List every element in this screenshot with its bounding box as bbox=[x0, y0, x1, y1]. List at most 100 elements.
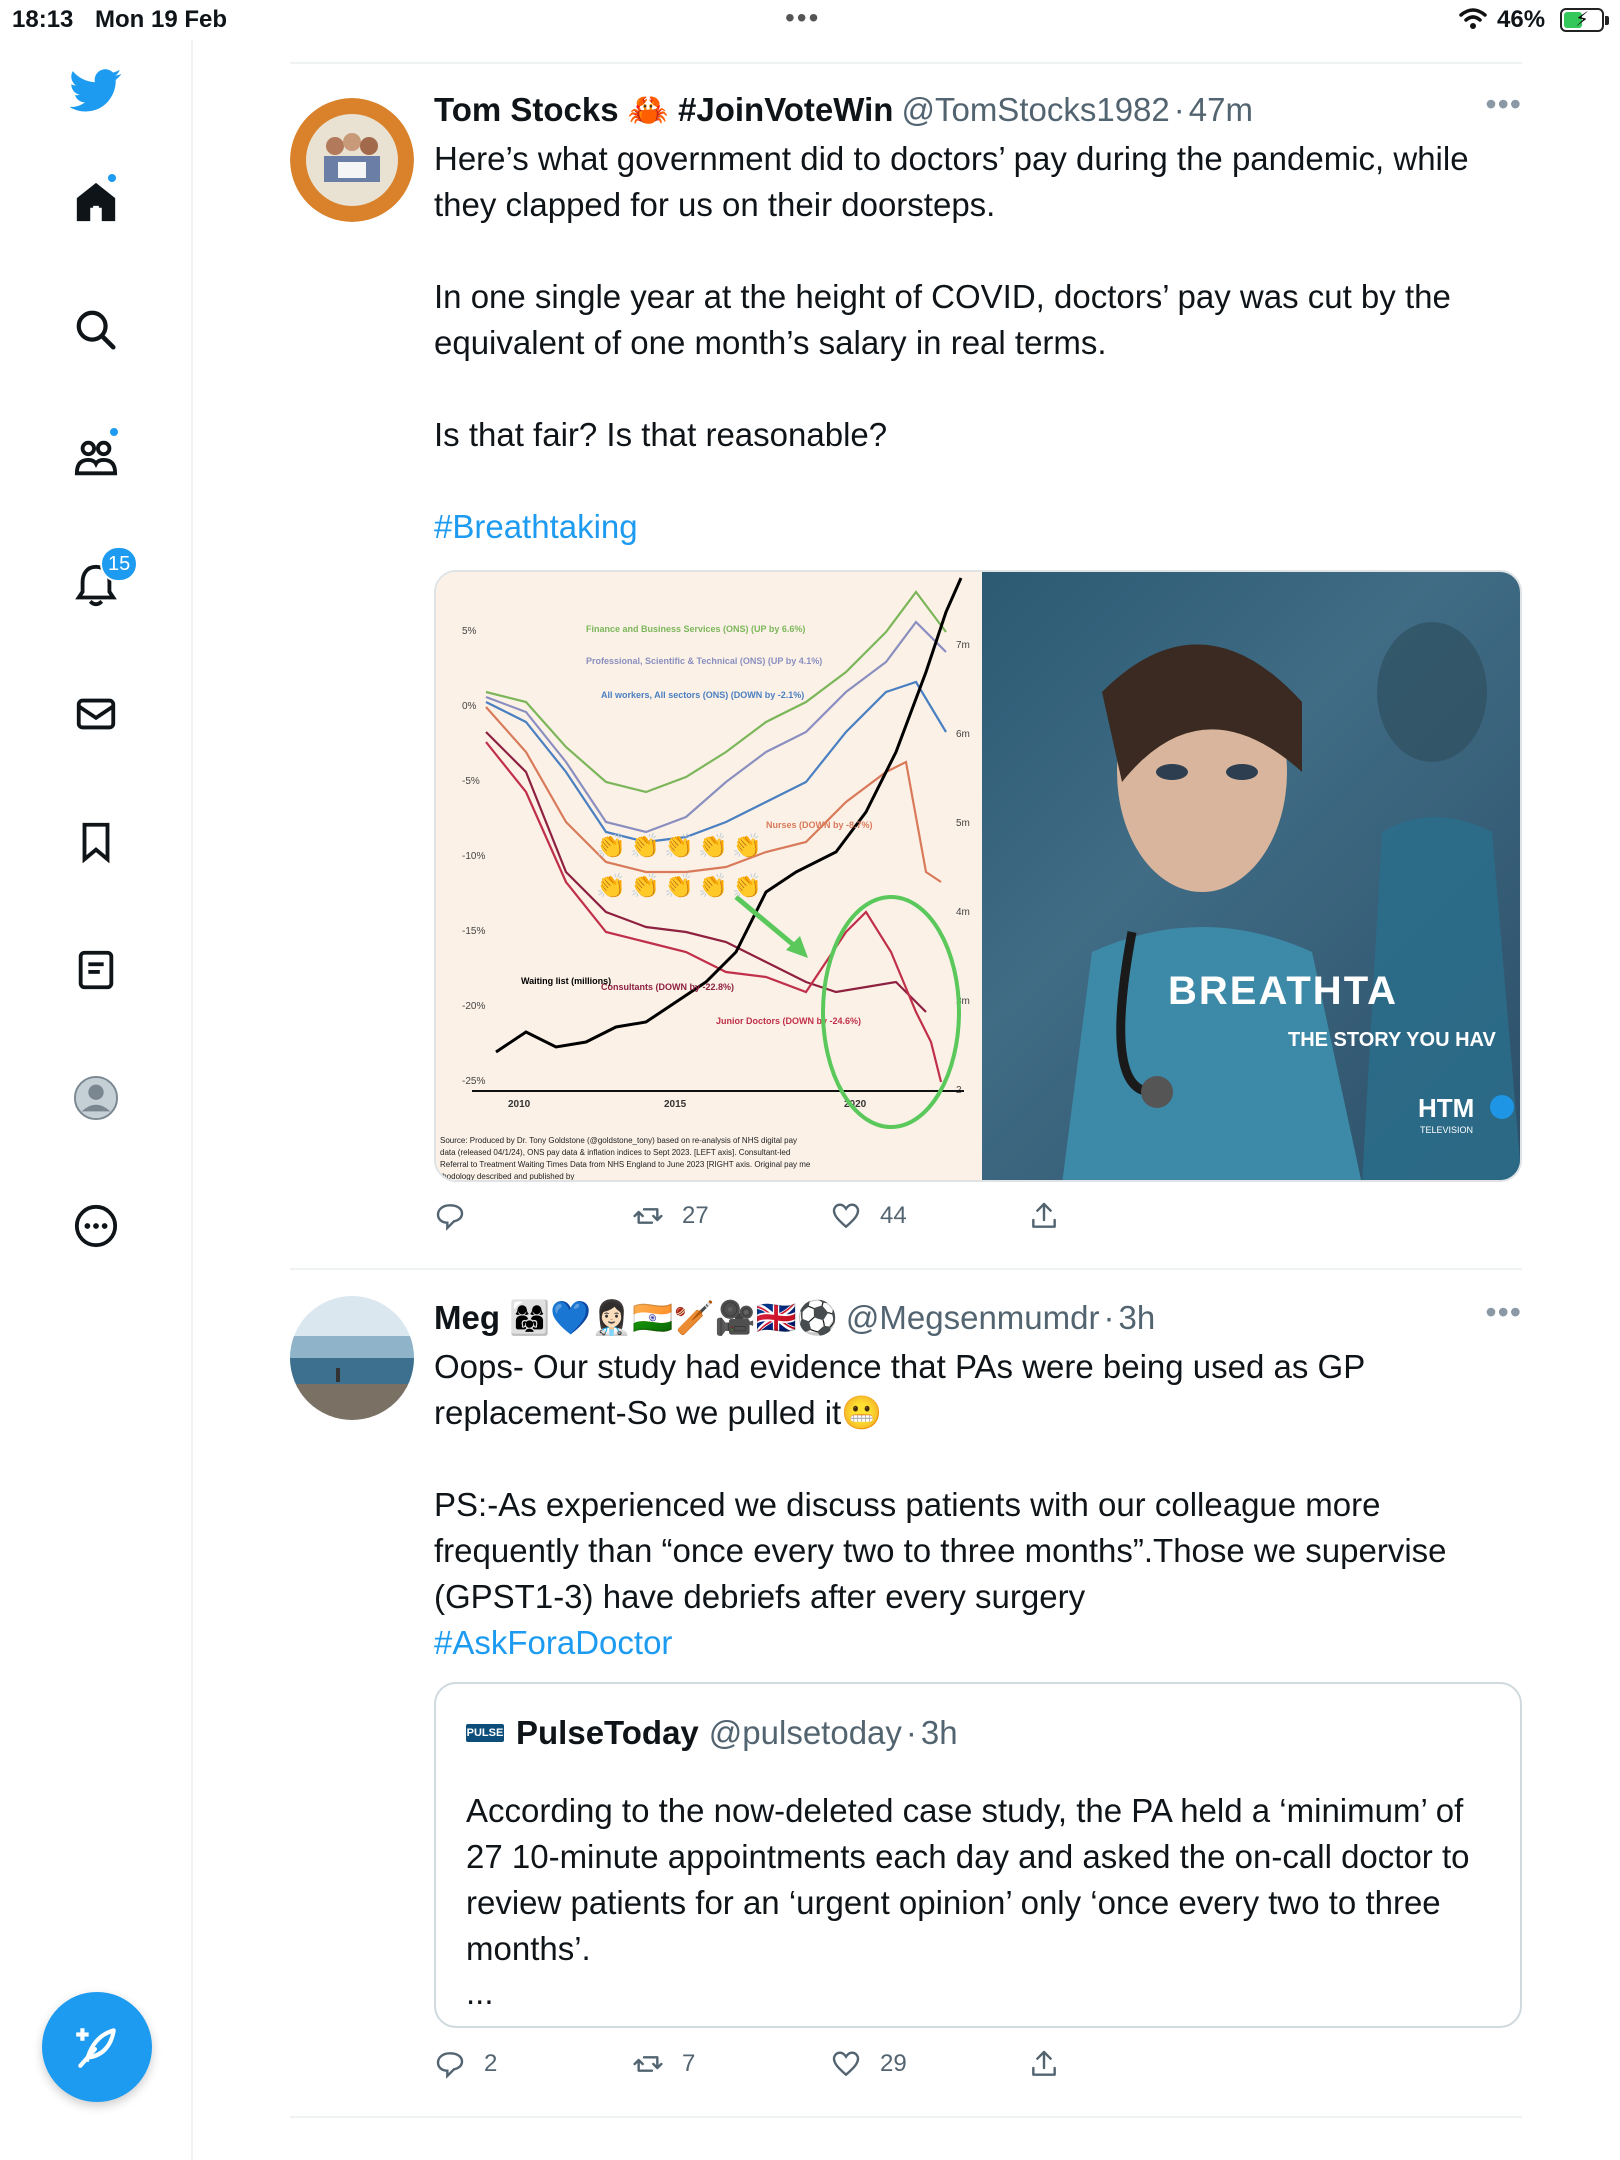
share-button[interactable] bbox=[1028, 2048, 1060, 2080]
y-tick-label: -25% bbox=[462, 1076, 485, 1087]
communities-icon bbox=[74, 440, 118, 476]
header-separator: · bbox=[905, 1714, 917, 1751]
more-options-icon[interactable]: ••• bbox=[1485, 86, 1522, 123]
more-circle-icon bbox=[74, 1204, 118, 1248]
tweet-paragraph: Oops- Our study had evidence that PAs we… bbox=[434, 1348, 1365, 1431]
author-avatar[interactable] bbox=[290, 98, 414, 222]
nav-profile[interactable] bbox=[56, 1058, 136, 1138]
tweet[interactable]: Tom Stocks 🦀 #JoinVoteWin @TomStocks1982… bbox=[290, 86, 1522, 1256]
highlight-arrow bbox=[734, 895, 798, 949]
author-avatar[interactable] bbox=[290, 1296, 414, 1420]
clap-emoji: 👏 bbox=[732, 872, 762, 900]
feed-divider bbox=[290, 1268, 1522, 1270]
nav-bookmarks[interactable] bbox=[56, 802, 136, 882]
clap-emoji: 👏 bbox=[664, 872, 694, 900]
status-time: 18:13 bbox=[12, 6, 74, 33]
quoted-tweet[interactable]: PULSE PulseToday @pulsetoday · 3h Accord… bbox=[434, 1682, 1522, 2028]
retweet-icon bbox=[633, 1208, 663, 1224]
compose-tweet-button[interactable] bbox=[42, 1992, 152, 2102]
like-button[interactable]: 44 bbox=[830, 1200, 907, 1232]
y-tick-label: 0% bbox=[462, 701, 477, 712]
hashtag-link[interactable]: #AskForaDoctor bbox=[434, 1620, 1494, 1666]
status-bar: 18:13 Mon 19 Feb ••• 46% ⚡ bbox=[0, 0, 1620, 40]
notifications-badge: 15 bbox=[100, 546, 139, 582]
status-date: Mon 19 Feb bbox=[95, 6, 228, 33]
reply-button[interactable] bbox=[434, 1200, 484, 1232]
nav-messages[interactable] bbox=[56, 674, 136, 754]
tweet[interactable]: Meg 👩‍👩‍👧💙👩🏻‍⚕️🇮🇳🏏🎥🇬🇧⚽ @Megsenmumdr · 3h… bbox=[290, 1294, 1522, 2112]
multitasking-dots-icon[interactable]: ••• bbox=[785, 2, 820, 34]
tweet-paragraph: PS:-As experienced we discuss patients w… bbox=[434, 1486, 1447, 1615]
legend-label: Consultants (DOWN by -22.8%) bbox=[601, 982, 734, 992]
nav-search[interactable] bbox=[56, 290, 136, 370]
chart-image[interactable]: 5%0%-5%-10%-15%-20%-25%7m6m5m4m3m2201020… bbox=[436, 572, 982, 1180]
y-right-tick-label: 5m bbox=[956, 818, 970, 829]
reply-icon bbox=[436, 2052, 464, 2079]
legend-label: Waiting list (millions) bbox=[521, 976, 611, 986]
tweet-paragraph: Is that fair? Is that reasonable? bbox=[434, 416, 888, 453]
nav-lists[interactable] bbox=[56, 930, 136, 1010]
tweet-media[interactable]: 5%0%-5%-10%-15%-20%-25%7m6m5m4m3m2201020… bbox=[434, 570, 1522, 1182]
header-separator: · bbox=[1103, 1299, 1115, 1336]
y-tick-label: -20% bbox=[462, 1001, 485, 1012]
chart-source-note: Source: Produced by Dr. Tony Goldstone (… bbox=[440, 1136, 797, 1145]
heart-icon bbox=[832, 2051, 860, 2077]
tweet-time[interactable]: 3h bbox=[1118, 1299, 1155, 1337]
media-headline: BREATHTA bbox=[1168, 969, 1398, 1013]
reply-icon bbox=[436, 1204, 464, 1231]
feed-divider bbox=[290, 62, 1522, 64]
legend-label: Professional, Scientific & Technical (ON… bbox=[586, 656, 822, 666]
author-handle[interactable]: @Megsenmumdr bbox=[846, 1299, 1100, 1337]
tweet-header: Meg 👩‍👩‍👧💙👩🏻‍⚕️🇮🇳🏏🎥🇬🇧⚽ @Megsenmumdr · 3h bbox=[434, 1294, 1522, 1342]
heart-icon bbox=[832, 1203, 860, 1229]
quoted-tweet-text: According to the now-deleted case study,… bbox=[466, 1792, 1470, 1967]
quoted-tweet-time: 3h bbox=[920, 1714, 958, 1751]
quoted-author-name[interactable]: PulseToday bbox=[516, 1714, 699, 1752]
share-button[interactable] bbox=[1028, 1200, 1060, 1232]
x-tick-label: 2015 bbox=[664, 1099, 687, 1110]
author-name[interactable]: Tom Stocks 🦀 #JoinVoteWin bbox=[434, 91, 893, 130]
share-icon bbox=[1032, 1202, 1056, 1228]
avatar-image bbox=[290, 1296, 414, 1420]
media-brand: HTM bbox=[1418, 1093, 1474, 1123]
more-options-icon[interactable]: ••• bbox=[1485, 1294, 1522, 1331]
highlight-circle bbox=[821, 895, 961, 1129]
clap-emoji: 👏 bbox=[596, 832, 626, 860]
legend-label: Junior Doctors (DOWN by -24.6%) bbox=[716, 1016, 861, 1026]
nav-communities[interactable] bbox=[56, 418, 136, 498]
chart-source-note: Referral to Treatment Waiting Times Data… bbox=[440, 1160, 811, 1169]
author-name[interactable]: Meg 👩‍👩‍👧💙👩🏻‍⚕️🇮🇳🏏🎥🇬🇧⚽ bbox=[434, 1299, 838, 1338]
like-button[interactable]: 29 bbox=[830, 2048, 907, 2080]
clap-emoji: 👏 bbox=[630, 832, 660, 860]
tweet-time[interactable]: 47m bbox=[1189, 91, 1253, 129]
quoted-author-handle[interactable]: @pulsetoday bbox=[709, 1714, 902, 1752]
documentary-image[interactable]: BREATHTA THE STORY YOU HAV HTM TELEVISIO… bbox=[982, 572, 1520, 1180]
feed-divider bbox=[290, 2116, 1522, 2118]
x-tick-label: 2010 bbox=[508, 1099, 531, 1110]
home-icon bbox=[76, 182, 116, 222]
nav-home[interactable] bbox=[56, 162, 136, 242]
retweet-button[interactable]: 27 bbox=[632, 1200, 709, 1232]
communities-unread-dot bbox=[108, 426, 120, 438]
battery-percent: 46% bbox=[1497, 6, 1546, 33]
nav-more[interactable] bbox=[56, 1186, 136, 1266]
nav-notifications[interactable]: 15 bbox=[56, 546, 139, 626]
lists-icon bbox=[78, 950, 114, 990]
y-tick-label: -15% bbox=[462, 926, 485, 937]
twitter-logo[interactable] bbox=[56, 50, 136, 130]
tweet-paragraph: Here’s what government did to doctors’ p… bbox=[434, 140, 1469, 223]
chart-source-note: data (released 04/1/24), ONS pay data & … bbox=[440, 1148, 790, 1157]
series-line bbox=[485, 680, 947, 844]
hashtag-link[interactable]: #Breathtaking bbox=[434, 504, 1522, 550]
retweet-count: 7 bbox=[682, 2050, 696, 2077]
retweet-button[interactable]: 7 bbox=[632, 2048, 695, 2080]
y-tick-label: -10% bbox=[462, 851, 485, 862]
clap-emoji: 👏 bbox=[596, 872, 626, 900]
clap-emoji: 👏 bbox=[698, 872, 728, 900]
avatar-image bbox=[290, 98, 414, 222]
reply-button[interactable]: 2 bbox=[434, 2048, 497, 2080]
tweet-text: Oops- Our study had evidence that PAs we… bbox=[434, 1344, 1494, 1666]
sidebar: 15 bbox=[0, 40, 193, 2160]
legend-label: All workers, All sectors (ONS) (DOWN by … bbox=[601, 690, 804, 700]
author-handle[interactable]: @TomStocks1982 bbox=[901, 91, 1169, 129]
